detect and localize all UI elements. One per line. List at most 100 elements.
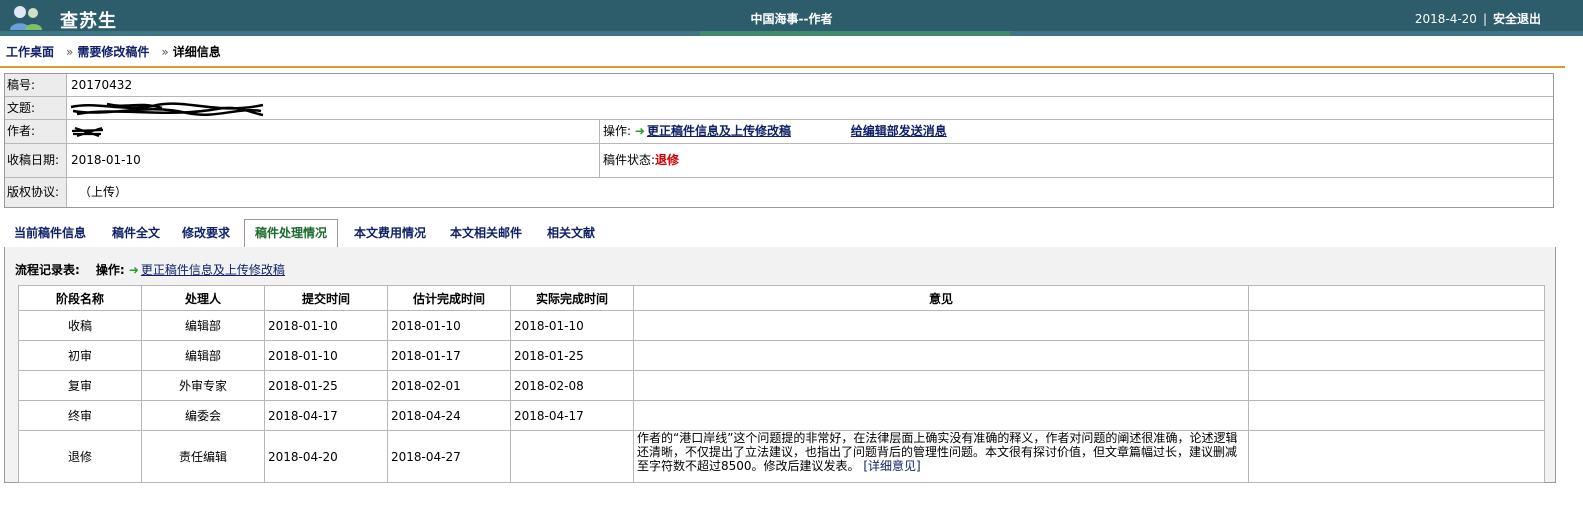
status-badge: 退修 [655, 153, 680, 167]
opinion-text: 作者的“港口岸线”这个问题提的非常好，在法律层面上确实没有准确的释义，作者对问题… [637, 431, 1238, 473]
col-header-submit: 提交时间 [264, 285, 388, 311]
update-manuscript-link[interactable]: 更正稿件信息及上传修改稿 [647, 124, 791, 138]
submit-cell: 2018-04-17 [264, 400, 388, 431]
author-label: 作者: [5, 120, 67, 143]
opinion-cell [633, 370, 1249, 401]
info-row-number: 稿号: 20170432 [5, 74, 1553, 97]
breadcrumb-current: 详细信息 [172, 45, 221, 59]
redacted-author-scribble [71, 126, 104, 138]
system-title: 中国海事--作者 [750, 12, 833, 26]
breadcrumb-divider [0, 66, 1565, 68]
stage-cell: 收稿 [18, 310, 142, 341]
stage-cell: 终审 [18, 400, 142, 431]
tab-fees[interactable]: 本文费用情况 [354, 224, 426, 241]
table-row: 收稿 编辑部 2018-01-10 2018-01-10 2018-01-10 [18, 310, 1545, 341]
tab-bar: 当前稿件信息 稿件全文 修改要求 稿件处理情况 本文费用情况 本文相关邮件 相关… [4, 216, 1554, 249]
manuscript-no-label: 稿号: [5, 74, 67, 96]
tab-related-emails[interactable]: 本文相关邮件 [450, 224, 522, 241]
column-divider [599, 144, 600, 177]
blank-cell [1248, 400, 1545, 431]
flow-heading: 流程记录表: 操作: ➜ 更正稿件信息及上传修改稿 [15, 261, 285, 278]
breadcrumb-arrow: » [66, 45, 74, 59]
flow-title: 流程记录表: [15, 263, 80, 277]
opinion-cell [633, 310, 1249, 341]
estimate-cell: 2018-01-17 [387, 340, 511, 371]
info-row-author: 作者: 操作: ➜ 更正稿件信息及上传修改稿 给编辑部发送消息 [5, 120, 1553, 144]
handler-cell: 外审专家 [141, 370, 265, 401]
flow-operation-label: 操作: [95, 263, 125, 277]
actual-cell: 2018-01-25 [510, 340, 634, 371]
col-header-handler: 处理人 [141, 285, 265, 311]
estimate-cell: 2018-04-24 [387, 400, 511, 431]
col-header-estimate: 估计完成时间 [387, 285, 511, 311]
opinion-cell [633, 340, 1249, 371]
tab-related-literature[interactable]: 相关文献 [547, 224, 595, 241]
tab-revision-requirements[interactable]: 修改要求 [182, 224, 230, 241]
handler-cell: 编委会 [141, 400, 265, 431]
blank-cell [1248, 340, 1545, 371]
table-row: 退修 责任编辑 2018-04-20 2018-04-27 作者的“港口岸线”这… [18, 430, 1545, 483]
col-header-blank [1248, 285, 1545, 311]
copyright-label: 版权协议: [5, 178, 67, 207]
handler-cell: 编辑部 [141, 310, 265, 341]
submit-cell: 2018-01-10 [264, 310, 388, 341]
info-row-received: 收稿日期: 2018-01-10 稿件状态:退修 [5, 144, 1553, 178]
estimate-cell: 2018-01-10 [387, 310, 511, 341]
current-date: 2018-4-20 [1414, 12, 1477, 26]
redacted-title-scribble [70, 102, 264, 117]
message-editor-link[interactable]: 给编辑部发送消息 [851, 124, 947, 138]
stage-cell: 退修 [18, 430, 142, 483]
top-right-area: 2018-4-20 | 安全退出 [1415, 10, 1541, 27]
actual-cell [510, 430, 634, 483]
table-header-row: 阶段名称 处理人 提交时间 估计完成时间 实际完成时间 意见 [18, 285, 1545, 311]
breadcrumb-section[interactable]: 需要修改稿件 [77, 45, 149, 59]
opinion-cell [633, 400, 1249, 431]
breadcrumb-arrow: » [161, 45, 169, 59]
submit-cell: 2018-01-10 [264, 340, 388, 371]
copyright-upload-link[interactable]: （上传） [79, 178, 127, 207]
logout-link[interactable]: 安全退出 [1493, 12, 1541, 26]
author-operations: 操作: ➜ 更正稿件信息及上传修改稿 给编辑部发送消息 [603, 120, 947, 142]
received-date-label: 收稿日期: [5, 144, 67, 177]
detail-opinion-link[interactable]: [详细意见] [863, 459, 920, 473]
flow-update-link[interactable]: 更正稿件信息及上传修改稿 [141, 263, 285, 277]
estimate-cell: 2018-02-01 [387, 370, 511, 401]
stage-cell: 复审 [18, 370, 142, 401]
operation-label: 操作: [603, 124, 632, 138]
col-header-actual: 实际完成时间 [510, 285, 634, 311]
column-divider [599, 120, 600, 143]
blank-cell [1248, 370, 1545, 401]
processing-panel: 流程记录表: 操作: ➜ 更正稿件信息及上传修改稿 阶段名称 处理人 提交时间 估计… [4, 247, 1556, 483]
info-row-title: 文题: [5, 97, 1553, 120]
col-header-opinion: 意见 [633, 285, 1249, 311]
actual-cell: 2018-02-08 [510, 370, 634, 401]
actual-cell: 2018-04-17 [510, 400, 634, 431]
status-area: 稿件状态:退修 [603, 144, 679, 177]
estimate-cell: 2018-04-27 [387, 430, 511, 483]
tab-processing-status[interactable]: 稿件处理情况 [244, 219, 339, 249]
breadcrumb-home[interactable]: 工作桌面 [6, 45, 54, 59]
opinion-cell: 作者的“港口岸线”这个问题提的非常好，在法律层面上确实没有准确的释义，作者对问题… [633, 430, 1249, 483]
handler-cell: 责任编辑 [141, 430, 265, 483]
blank-cell [1248, 430, 1545, 483]
manuscript-info-box: 稿号: 20170432 文题: 作者: 操作: ➜ 更正稿件信息及上传修改稿 给… [4, 73, 1554, 208]
tab-full-text[interactable]: 稿件全文 [112, 224, 160, 241]
title-label: 文题: [5, 97, 67, 119]
table-row: 初审 编辑部 2018-01-10 2018-01-17 2018-01-25 [18, 340, 1545, 371]
col-header-stage: 阶段名称 [18, 285, 142, 311]
table-row: 终审 编委会 2018-04-17 2018-04-24 2018-04-17 [18, 400, 1545, 431]
top-header: 查苏生 中国海事--作者 2018-4-20 | 安全退出 [0, 0, 1583, 36]
received-date-value: 2018-01-10 [71, 153, 141, 167]
submit-cell: 2018-01-25 [264, 370, 388, 401]
flow-record-table: 阶段名称 处理人 提交时间 估计完成时间 实际完成时间 意见 收稿 编辑部 20… [18, 285, 1545, 483]
status-label: 稿件状态: [603, 153, 656, 167]
actual-cell: 2018-01-10 [510, 310, 634, 341]
arrow-right-icon: ➜ [634, 124, 645, 138]
manuscript-no-value: 20170432 [71, 78, 133, 92]
info-row-copyright: 版权协议: （上传） [5, 178, 1553, 207]
stage-cell: 初审 [18, 340, 142, 371]
tab-current-info[interactable]: 当前稿件信息 [14, 224, 86, 241]
header-divider: | [1482, 12, 1487, 26]
header-accent-highlight [700, 31, 1010, 36]
blank-cell [1248, 310, 1545, 341]
